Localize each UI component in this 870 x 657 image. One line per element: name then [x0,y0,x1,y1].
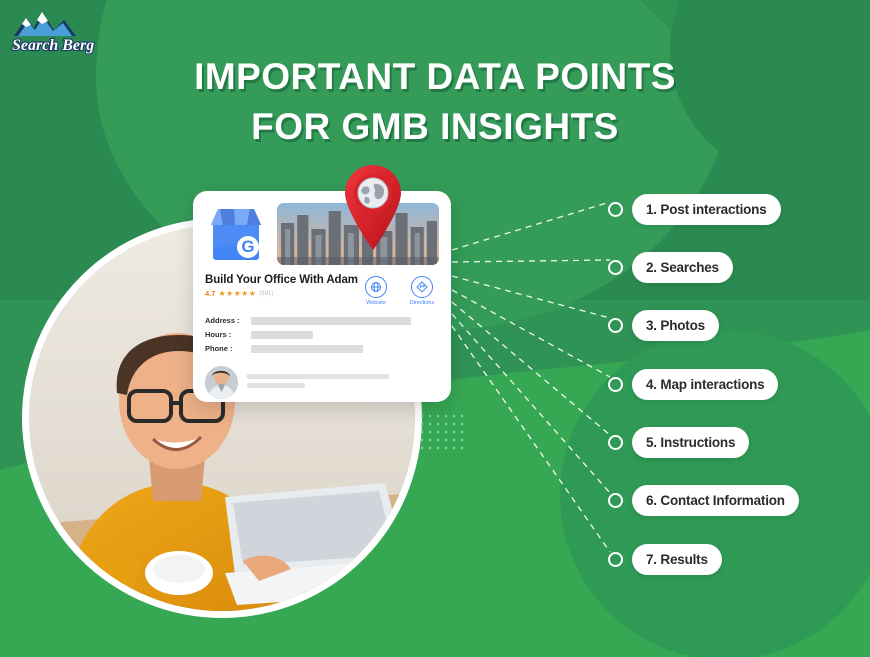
connector-node-icon [608,493,623,508]
business-details: Address : Hours : Phone : [193,306,451,353]
website-label: Website [366,300,386,306]
hours-value-placeholder [251,330,313,339]
directions-button[interactable]: Directions [405,276,439,306]
list-item-label[interactable]: 4. Map interactions [632,369,779,400]
list-item-3[interactable]: 3. Photos [608,310,719,341]
svg-text:G: G [241,237,254,256]
list-item-4[interactable]: 4. Map interactions [608,369,779,400]
hours-label: Hours : [205,330,232,339]
hours-field: Hours : [205,330,439,339]
directions-label: Directions [409,300,435,306]
rating-stars: ★★★★★ [218,288,257,298]
list-item-label[interactable]: 7. Results [632,544,722,575]
list-item-label[interactable]: 3. Photos [632,310,719,341]
directions-icon [411,276,433,298]
connector-node-icon [608,377,623,392]
rating-value: 4.7 [205,289,216,298]
list-item-7[interactable]: 7. Results [608,544,722,575]
review-count: (991) [259,290,274,297]
phone-label: Phone : [205,344,233,353]
address-value-placeholder [251,316,411,325]
gmb-business-card: G Build Your Office With Adam 4.7 ★★★★★ … [193,191,451,402]
connector-node-icon [608,435,623,450]
review-line-1 [247,373,389,379]
business-summary-row: Build Your Office With Adam 4.7 ★★★★★ (9… [193,265,451,306]
brand-logo[interactable]: Search Berg [8,6,108,56]
map-pin-globe-icon [345,165,401,250]
list-item-label[interactable]: 1. Post interactions [632,194,781,225]
address-label: Address : [205,316,240,325]
google-my-business-icon: G [211,209,261,260]
website-button[interactable]: Website [359,276,393,306]
connector-node-icon [608,552,623,567]
mountain-icon [14,12,76,36]
list-item-1[interactable]: 1. Post interactions [608,194,781,225]
title-line-1: IMPORTANT DATA POINTS [194,56,676,97]
review-row [193,358,451,399]
list-item-label[interactable]: 6. Contact Information [632,485,799,516]
review-text-placeholder [247,373,439,392]
list-item-6[interactable]: 6. Contact Information [608,485,799,516]
globe-icon [365,276,387,298]
list-item-label[interactable]: 2. Searches [632,252,733,283]
phone-value-placeholder [251,344,363,353]
avatar [205,366,238,399]
list-item-5[interactable]: 5. Instructions [608,427,750,458]
dot-grid-decoration [418,412,466,454]
list-item-2[interactable]: 2. Searches [608,252,733,283]
review-line-2 [247,382,305,388]
connector-node-icon [608,260,623,275]
card-actions: Website Directions [359,274,439,306]
infographic-stage: Search Berg IMPORTANT DATA POINTS FOR GM… [0,0,870,657]
list-item-label[interactable]: 5. Instructions [632,427,750,458]
business-name: Build Your Office With Adam [205,274,358,286]
card-header: G [193,191,451,265]
business-info: Build Your Office With Adam 4.7 ★★★★★ (9… [205,274,359,298]
connector-node-icon [608,202,623,217]
connector-node-icon [608,318,623,333]
phone-field: Phone : [205,344,439,353]
rating-row: 4.7 ★★★★★ (991) [205,289,359,298]
data-points-list: 1. Post interactions 2. Searches 3. Phot… [608,0,870,657]
address-field: Address : [205,316,439,325]
